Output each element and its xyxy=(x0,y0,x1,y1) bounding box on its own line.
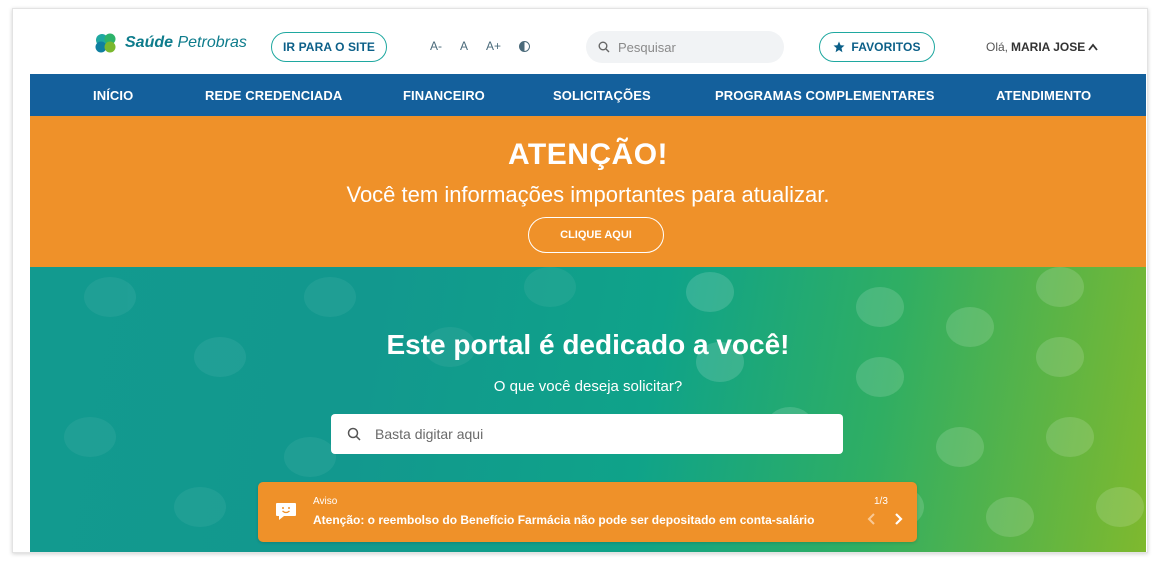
click-here-button[interactable]: CLIQUE AQUI xyxy=(528,217,664,253)
chat-message-icon xyxy=(276,503,296,520)
nav-item-solicitacoes[interactable]: SOLICITAÇÕES xyxy=(553,88,651,103)
hero-subtitle: O que você deseja solicitar? xyxy=(493,378,683,395)
greeting-prefix: Olá, xyxy=(986,40,1009,54)
header-search-input[interactable] xyxy=(618,39,768,55)
notice-label: Aviso xyxy=(313,496,338,507)
go-to-site-button[interactable]: IR PARA O SITE xyxy=(271,32,387,62)
nav-item-rede-credenciada[interactable]: REDE CREDENCIADA xyxy=(205,88,342,103)
alert-title: ATENÇÃO! xyxy=(507,138,669,171)
user-name: MARIA JOSE xyxy=(1011,40,1086,54)
hero-title: Este portal é dedicado a você! xyxy=(386,329,790,360)
notice-text[interactable]: Atenção: o reembolso do Benefício Farmác… xyxy=(313,513,814,527)
chevron-left-icon[interactable] xyxy=(865,512,879,526)
font-default-button[interactable]: A xyxy=(460,39,468,53)
favorites-label: FAVORITOS xyxy=(851,40,921,54)
main-nav: INÍCIO REDE CREDENCIADA FINANCEIRO SOLIC… xyxy=(30,74,1146,116)
notice-counter: 1/3 xyxy=(874,496,888,507)
search-icon xyxy=(347,427,361,441)
nav-item-atendimento[interactable]: ATENDIMENTO xyxy=(996,88,1091,103)
contrast-icon[interactable] xyxy=(519,40,531,52)
search-icon xyxy=(598,41,610,53)
hero-section: Este portal é dedicado a você! O que voc… xyxy=(30,267,1146,552)
notice-carousel[interactable]: Aviso Atenção: o reembolso do Benefício … xyxy=(258,482,917,542)
star-icon xyxy=(833,41,845,53)
page: Saúde Petrobras IR PARA O SITE A- A A+ P… xyxy=(30,9,1146,552)
chevron-right-icon[interactable] xyxy=(891,512,905,526)
update-alert-banner: ATENÇÃO! Você tem informações importante… xyxy=(30,116,1146,267)
font-decrease-button[interactable]: A- xyxy=(430,39,442,53)
nav-item-programas-complementares[interactable]: PROGRAMAS COMPLEMENTARES xyxy=(715,88,935,103)
chevron-up-icon xyxy=(1088,43,1098,51)
top-bar: Saúde Petrobras IR PARA O SITE A- A A+ P… xyxy=(30,9,1146,74)
brand-name: Saúde Petrobras xyxy=(125,34,247,51)
header-search[interactable] xyxy=(586,31,784,63)
brand-logo[interactable]: Saúde Petrobras xyxy=(93,33,247,53)
font-increase-button[interactable]: A+ xyxy=(486,39,501,53)
request-search[interactable] xyxy=(331,414,843,454)
alert-message: Você tem informações importantes para at… xyxy=(346,182,830,207)
cross-cloud-icon xyxy=(95,33,116,53)
favorites-button[interactable]: FAVORITOS xyxy=(819,32,935,62)
nav-item-financeiro[interactable]: FINANCEIRO xyxy=(403,88,485,103)
nav-item-inicio[interactable]: INÍCIO xyxy=(93,88,133,103)
font-size-controls: A- A A+ xyxy=(430,39,531,53)
browser-viewport: Saúde Petrobras IR PARA O SITE A- A A+ P… xyxy=(12,8,1148,553)
request-search-input[interactable] xyxy=(375,426,815,442)
user-menu[interactable]: Olá, MARIA JOSE xyxy=(986,40,1098,54)
